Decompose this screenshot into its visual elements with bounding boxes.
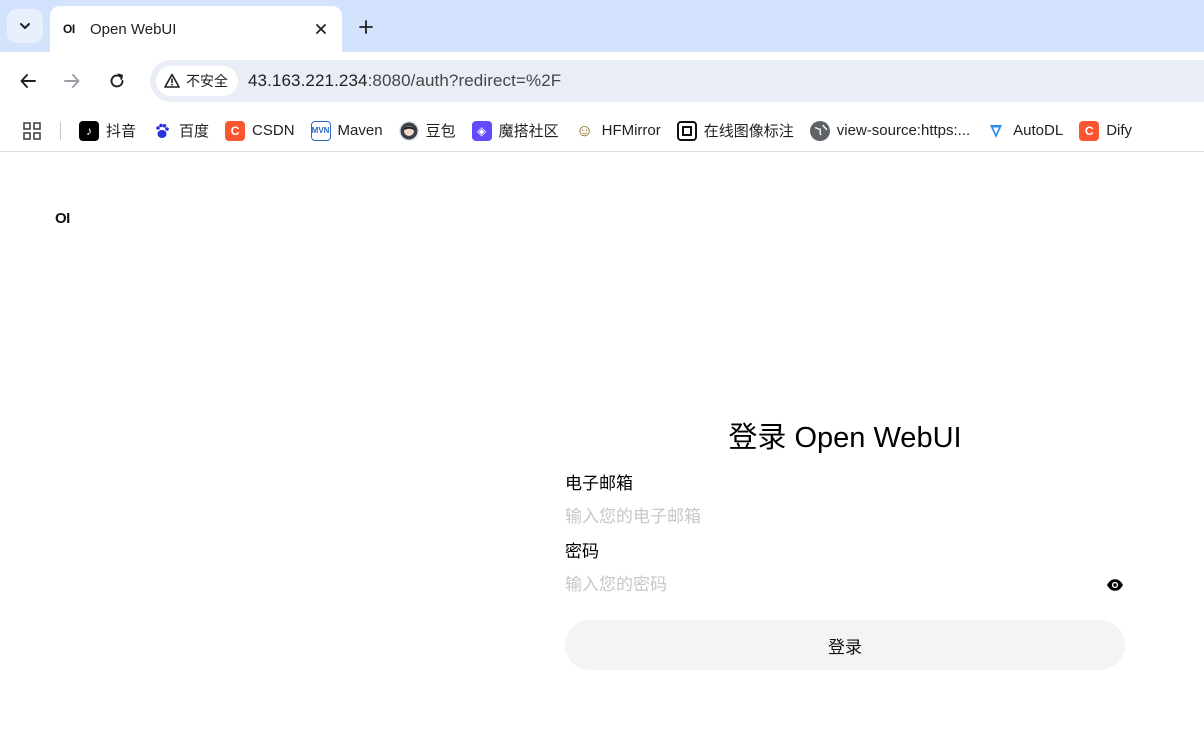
url-path: :8080/auth?redirect=%2F — [367, 71, 562, 90]
security-indicator[interactable]: 不安全 — [156, 66, 238, 96]
password-field-wrapper — [565, 564, 1125, 606]
bookmark-list: ♪ 抖音 百度 C CSDN MVN Maven 豆包 ◈ 魔搭社区 ☺ HFMirror 在线图像标注… — [71, 116, 1140, 146]
bookmark-label: HFMirror — [601, 122, 661, 139]
bookmark-label: 魔搭社区 — [498, 123, 559, 140]
maven-icon: MVN — [310, 120, 331, 141]
bookmark-item[interactable]: ☺ HFMirror — [567, 116, 669, 146]
apps-grid-icon — [23, 121, 41, 140]
bookmarks-bar: ♪ 抖音 百度 C CSDN MVN Maven 豆包 ◈ 魔搭社区 ☺ HFMirror 在线图像标注… — [0, 110, 1204, 152]
tiktok-icon: ♪ — [79, 120, 99, 141]
modelscope-icon: ◈ — [471, 120, 492, 141]
url-host: 43.163.221.234 — [248, 71, 368, 90]
email-label: 电子邮箱 — [565, 474, 633, 493]
tab-favicon: OI — [63, 22, 75, 36]
login-form: 登录 Open WebUI 电子邮箱 密码 登录 — [565, 415, 1125, 670]
url-text[interactable]: 43.163.221.234:8080/auth?redirect=%2F — [248, 71, 561, 91]
password-field[interactable] — [565, 570, 1125, 600]
tab-strip: OI Open WebUI — [0, 0, 1204, 52]
new-tab-button[interactable] — [353, 14, 379, 40]
page-title: 登录 Open WebUI — [728, 422, 962, 454]
apps-button[interactable] — [20, 119, 44, 143]
active-tab[interactable]: OI Open WebUI — [50, 6, 342, 52]
plus-icon — [359, 20, 373, 34]
reload-icon — [110, 73, 124, 88]
bookmark-label: AutoDL — [1013, 122, 1064, 139]
arrow-left-icon — [20, 74, 36, 88]
bookmark-item[interactable]: 豆包 — [391, 116, 464, 146]
bookmark-label: 百度 — [179, 123, 210, 140]
back-button[interactable] — [11, 64, 45, 98]
bookmark-item[interactable]: MVN Maven — [303, 116, 391, 146]
security-label: 不安全 — [186, 73, 228, 89]
password-label: 密码 — [565, 542, 599, 561]
warning-icon — [164, 73, 180, 88]
forward-button[interactable] — [55, 64, 89, 98]
page-content: OI 登录 Open WebUI 电子邮箱 密码 登录 — [0, 153, 1204, 743]
bookmark-item[interactable]: 在线图像标注 — [669, 116, 802, 146]
eye-icon — [1107, 579, 1123, 591]
csdn-icon: C — [225, 120, 246, 141]
bookmark-label: Dify — [1106, 122, 1133, 139]
show-password-button[interactable] — [1105, 575, 1125, 595]
email-field-wrapper — [565, 496, 1125, 538]
hugging-face-icon: ☺ — [575, 120, 594, 140]
email-field[interactable] — [565, 502, 1125, 532]
address-bar[interactable]: 不安全 43.163.221.234:8080/auth?redirect=%2… — [150, 60, 1204, 102]
login-button[interactable]: 登录 — [565, 620, 1125, 670]
reload-button[interactable] — [100, 64, 134, 98]
open-webui-logo: OI — [55, 210, 70, 227]
bookmark-item[interactable]: 百度 — [144, 116, 217, 146]
tab-close-button[interactable] — [310, 18, 332, 40]
bookmark-item[interactable]: ♪ 抖音 — [71, 116, 144, 146]
tab-search-button[interactable] — [7, 9, 43, 43]
bookmark-label: 在线图像标注 — [703, 123, 794, 140]
bookmark-label: view-source:https:... — [836, 122, 971, 139]
dify-icon: C — [1079, 120, 1100, 141]
bookmark-label: Maven — [337, 122, 383, 139]
autodl-icon — [986, 120, 1007, 141]
bookmark-item[interactable]: AutoDL — [978, 116, 1071, 146]
bookmark-item[interactable]: ◈ 魔搭社区 — [464, 116, 567, 146]
bookmarks-separator — [60, 121, 61, 140]
annotation-icon — [676, 120, 697, 141]
bookmark-item[interactable]: view-source:https:... — [802, 116, 978, 146]
bookmark-label: 豆包 — [425, 123, 456, 140]
browser-toolbar: 不安全 43.163.221.234:8080/auth?redirect=%2… — [0, 52, 1204, 110]
close-icon — [316, 24, 326, 34]
chevron-down-icon — [20, 23, 30, 29]
bookmark-label: 抖音 — [106, 123, 137, 140]
baidu-paw-icon — [152, 120, 173, 141]
bookmark-item[interactable]: C CSDN — [217, 116, 303, 146]
bookmark-label: CSDN — [252, 122, 295, 139]
bookmark-item[interactable]: C Dify — [1071, 116, 1140, 146]
globe-icon — [809, 120, 830, 141]
doubao-avatar-icon — [398, 120, 419, 141]
arrow-right-icon — [64, 74, 80, 88]
tab-title: Open WebUI — [90, 20, 177, 38]
